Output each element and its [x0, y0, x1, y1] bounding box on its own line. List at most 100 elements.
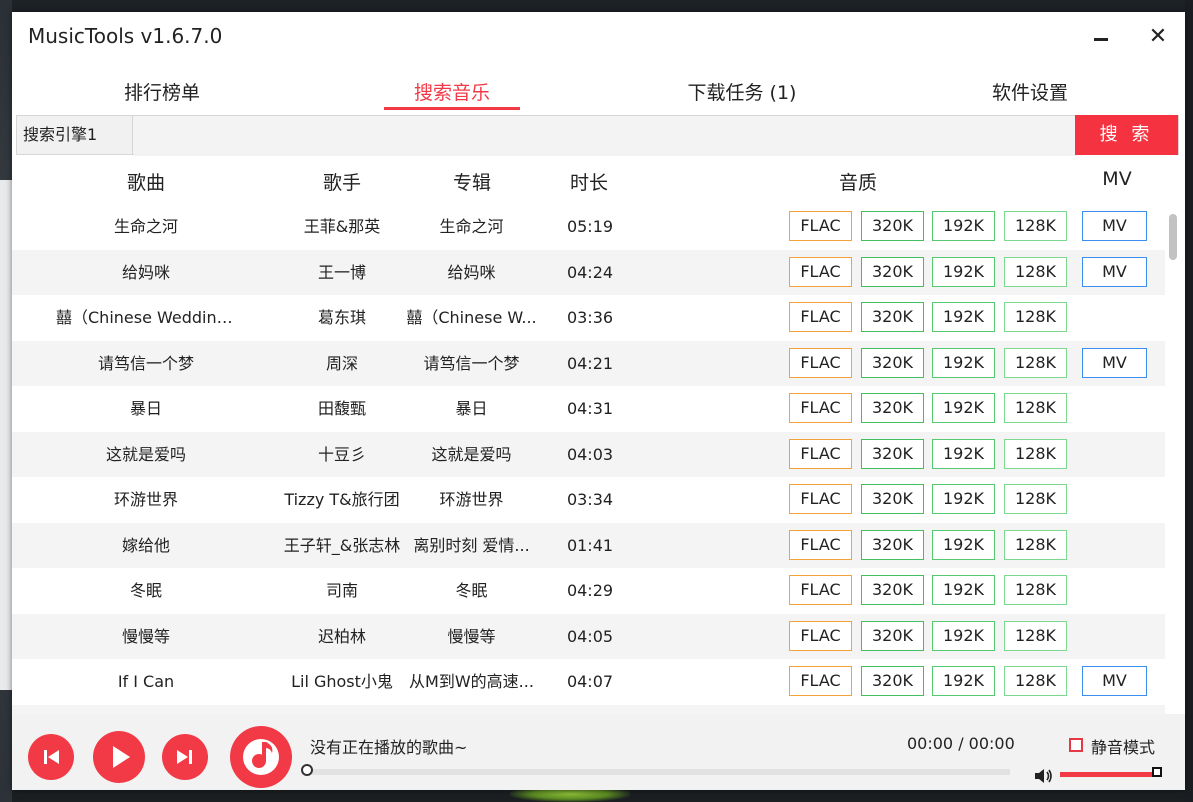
128k-download-button[interactable]: 128K — [1004, 438, 1067, 469]
128k-download-button[interactable]: 128K — [1004, 211, 1067, 241]
volume-knob[interactable] — [1152, 767, 1162, 777]
320k-download-button[interactable]: 320K — [861, 347, 924, 378]
128k-download-button[interactable]: 128K — [1004, 484, 1067, 514]
play-button[interactable] — [93, 731, 145, 783]
192k-download-button[interactable]: 192K — [932, 620, 995, 651]
192k-download-button[interactable]: 192K — [932, 666, 995, 696]
320k-download-button[interactable]: 320K — [861, 393, 924, 423]
flac-download-button[interactable]: FLAC — [789, 666, 852, 696]
desktop-background-right — [1185, 0, 1193, 802]
mv-button[interactable]: MV — [1082, 256, 1147, 287]
song-row[interactable]: 请笃信一个梦 周深 请笃信一个梦 04:21 FLAC 320K 192K 128K MV — [12, 340, 1165, 386]
mute-checkbox[interactable] — [1069, 738, 1083, 752]
song-title: 请笃信一个梦 — [97, 353, 194, 373]
320k-download-button[interactable]: 320K — [861, 484, 924, 514]
192k-download-button[interactable]: 192K — [932, 484, 995, 514]
192k-download-button[interactable]: 192K — [932, 256, 995, 287]
320k-download-button[interactable]: 320K — [861, 666, 924, 696]
active-tab-indicator — [384, 107, 520, 110]
previous-button[interactable] — [28, 734, 74, 780]
song-row[interactable]: 慢慢等 迟柏林 慢慢等 04:05 FLAC 320K 192K 128K — [12, 613, 1165, 659]
volume-slider[interactable] — [1060, 772, 1158, 777]
flac-download-button[interactable]: FLAC — [789, 484, 852, 514]
song-duration: 04:31 — [566, 399, 614, 418]
320k-download-button[interactable]: 320K — [861, 438, 924, 469]
320k-download-button[interactable]: 320K — [861, 575, 924, 605]
flac-download-button[interactable]: FLAC — [789, 529, 852, 560]
song-title: 环游世界 — [113, 490, 178, 509]
column-artist: 歌手 — [322, 172, 361, 194]
song-artist: 十豆彡 — [317, 444, 366, 464]
192k-download-button[interactable]: 192K — [932, 575, 995, 605]
song-artist: Tizzy T&旅行团 — [284, 490, 400, 509]
mv-button[interactable]: MV — [1082, 347, 1147, 378]
song-artist: 周深 — [325, 353, 358, 373]
song-row[interactable]: 这就是爱吗 十豆彡 这就是爱吗 04:03 FLAC 320K 192K 128K — [12, 431, 1165, 477]
volume-icon[interactable] — [1034, 767, 1054, 785]
mute-label[interactable]: 静音模式 — [1091, 734, 1155, 758]
song-row[interactable]: 冬眠 司南 冬眠 04:29 FLAC 320K 192K 128K — [12, 568, 1165, 614]
column-quality: 音质 — [838, 172, 877, 194]
song-duration: 05:19 — [566, 217, 614, 236]
album-art-disc[interactable] — [230, 726, 292, 788]
flac-download-button[interactable]: FLAC — [789, 211, 852, 241]
320k-download-button[interactable]: 320K — [861, 529, 924, 560]
192k-download-button[interactable]: 192K — [932, 302, 995, 332]
close-button[interactable]: ✕ — [1141, 22, 1175, 52]
flac-download-button[interactable]: FLAC — [789, 438, 852, 469]
320k-download-button[interactable]: 320K — [861, 256, 924, 287]
128k-download-button[interactable]: 128K — [1004, 393, 1067, 423]
flac-download-button[interactable]: FLAC — [789, 347, 852, 378]
128k-download-button[interactable]: 128K — [1004, 302, 1067, 332]
song-row[interactable]: If I Can Lil Ghost小鬼 从M到W的高速... 04:07 FLAC 32… — [12, 659, 1165, 705]
song-title: If I Can — [117, 672, 175, 691]
song-row[interactable]: 暴日 田馥甄 暴日 04:31 FLAC 320K 192K 128K — [12, 386, 1165, 432]
320k-download-button[interactable]: 320K — [861, 211, 924, 241]
progress-bar[interactable] — [301, 764, 1010, 776]
192k-download-button[interactable]: 192K — [932, 347, 995, 378]
192k-download-button[interactable]: 192K — [932, 211, 995, 241]
song-row[interactable]: 囍（Chinese Wedding） 葛东琪 囍（Chinese W... 03:36… — [12, 295, 1165, 341]
320k-download-button[interactable]: 320K — [861, 302, 924, 332]
mv-button[interactable]: MV — [1082, 666, 1147, 696]
minimize-button[interactable] — [1084, 22, 1118, 52]
search-engine-select[interactable]: 搜索引擎1 — [17, 116, 133, 154]
192k-download-button[interactable]: 192K — [932, 529, 995, 560]
tab-settings[interactable]: 软件设置 — [970, 78, 1090, 105]
flac-download-button[interactable]: FLAC — [789, 256, 852, 287]
flac-download-button[interactable]: FLAC — [789, 393, 852, 423]
song-artist: Lil Ghost小鬼 — [291, 672, 393, 691]
flac-download-button[interactable]: FLAC — [789, 620, 852, 651]
tab-downloads[interactable]: 下载任务 (1) — [667, 78, 817, 105]
scrollbar-thumb[interactable] — [1169, 214, 1177, 260]
128k-download-button[interactable]: 128K — [1004, 256, 1067, 287]
mv-button[interactable]: MV — [1082, 211, 1147, 241]
vertical-scrollbar[interactable] — [1165, 204, 1185, 714]
song-album: 冬眠 — [455, 581, 488, 600]
next-button[interactable] — [162, 734, 208, 780]
128k-download-button[interactable]: 128K — [1004, 529, 1067, 560]
song-row[interactable]: 环游世界 Tizzy T&旅行团 环游世界 03:34 FLAC 320K 192K 128K — [12, 477, 1165, 523]
song-album: 请笃信一个梦 — [423, 353, 520, 373]
search-button[interactable]: 搜 索 — [1075, 115, 1178, 155]
128k-download-button[interactable]: 128K — [1004, 666, 1067, 696]
128k-download-button[interactable]: 128K — [1004, 575, 1067, 605]
128k-download-button[interactable]: 128K — [1004, 347, 1067, 378]
song-title: 慢慢等 — [121, 626, 170, 646]
song-row[interactable]: 给妈咪 王一博 给妈咪 04:24 FLAC 320K 192K 128K MV — [12, 249, 1165, 295]
search-input[interactable] — [134, 116, 1078, 156]
song-row[interactable]: 生命之河 王菲&那英 生命之河 05:19 FLAC 320K 192K 128K MV — [12, 204, 1165, 250]
progress-knob[interactable] — [301, 764, 313, 776]
128k-download-button[interactable]: 128K — [1004, 620, 1067, 651]
song-duration: 04:03 — [566, 444, 614, 464]
flac-download-button[interactable]: FLAC — [789, 575, 852, 605]
song-album: 暴日 — [455, 399, 488, 418]
192k-download-button[interactable]: 192K — [932, 438, 995, 469]
320k-download-button[interactable]: 320K — [861, 620, 924, 651]
192k-download-button[interactable]: 192K — [932, 393, 995, 423]
tab-charts[interactable]: 排行榜单 — [102, 78, 222, 105]
song-row[interactable]: 嫁给他 王子轩_&张志林 离别时刻 爱情... 01:41 FLAC 320K 192K 12… — [12, 522, 1165, 568]
tab-search-music[interactable]: 搜索音乐 — [392, 78, 512, 105]
song-album: 囍（Chinese W... — [406, 308, 537, 327]
flac-download-button[interactable]: FLAC — [789, 302, 852, 332]
